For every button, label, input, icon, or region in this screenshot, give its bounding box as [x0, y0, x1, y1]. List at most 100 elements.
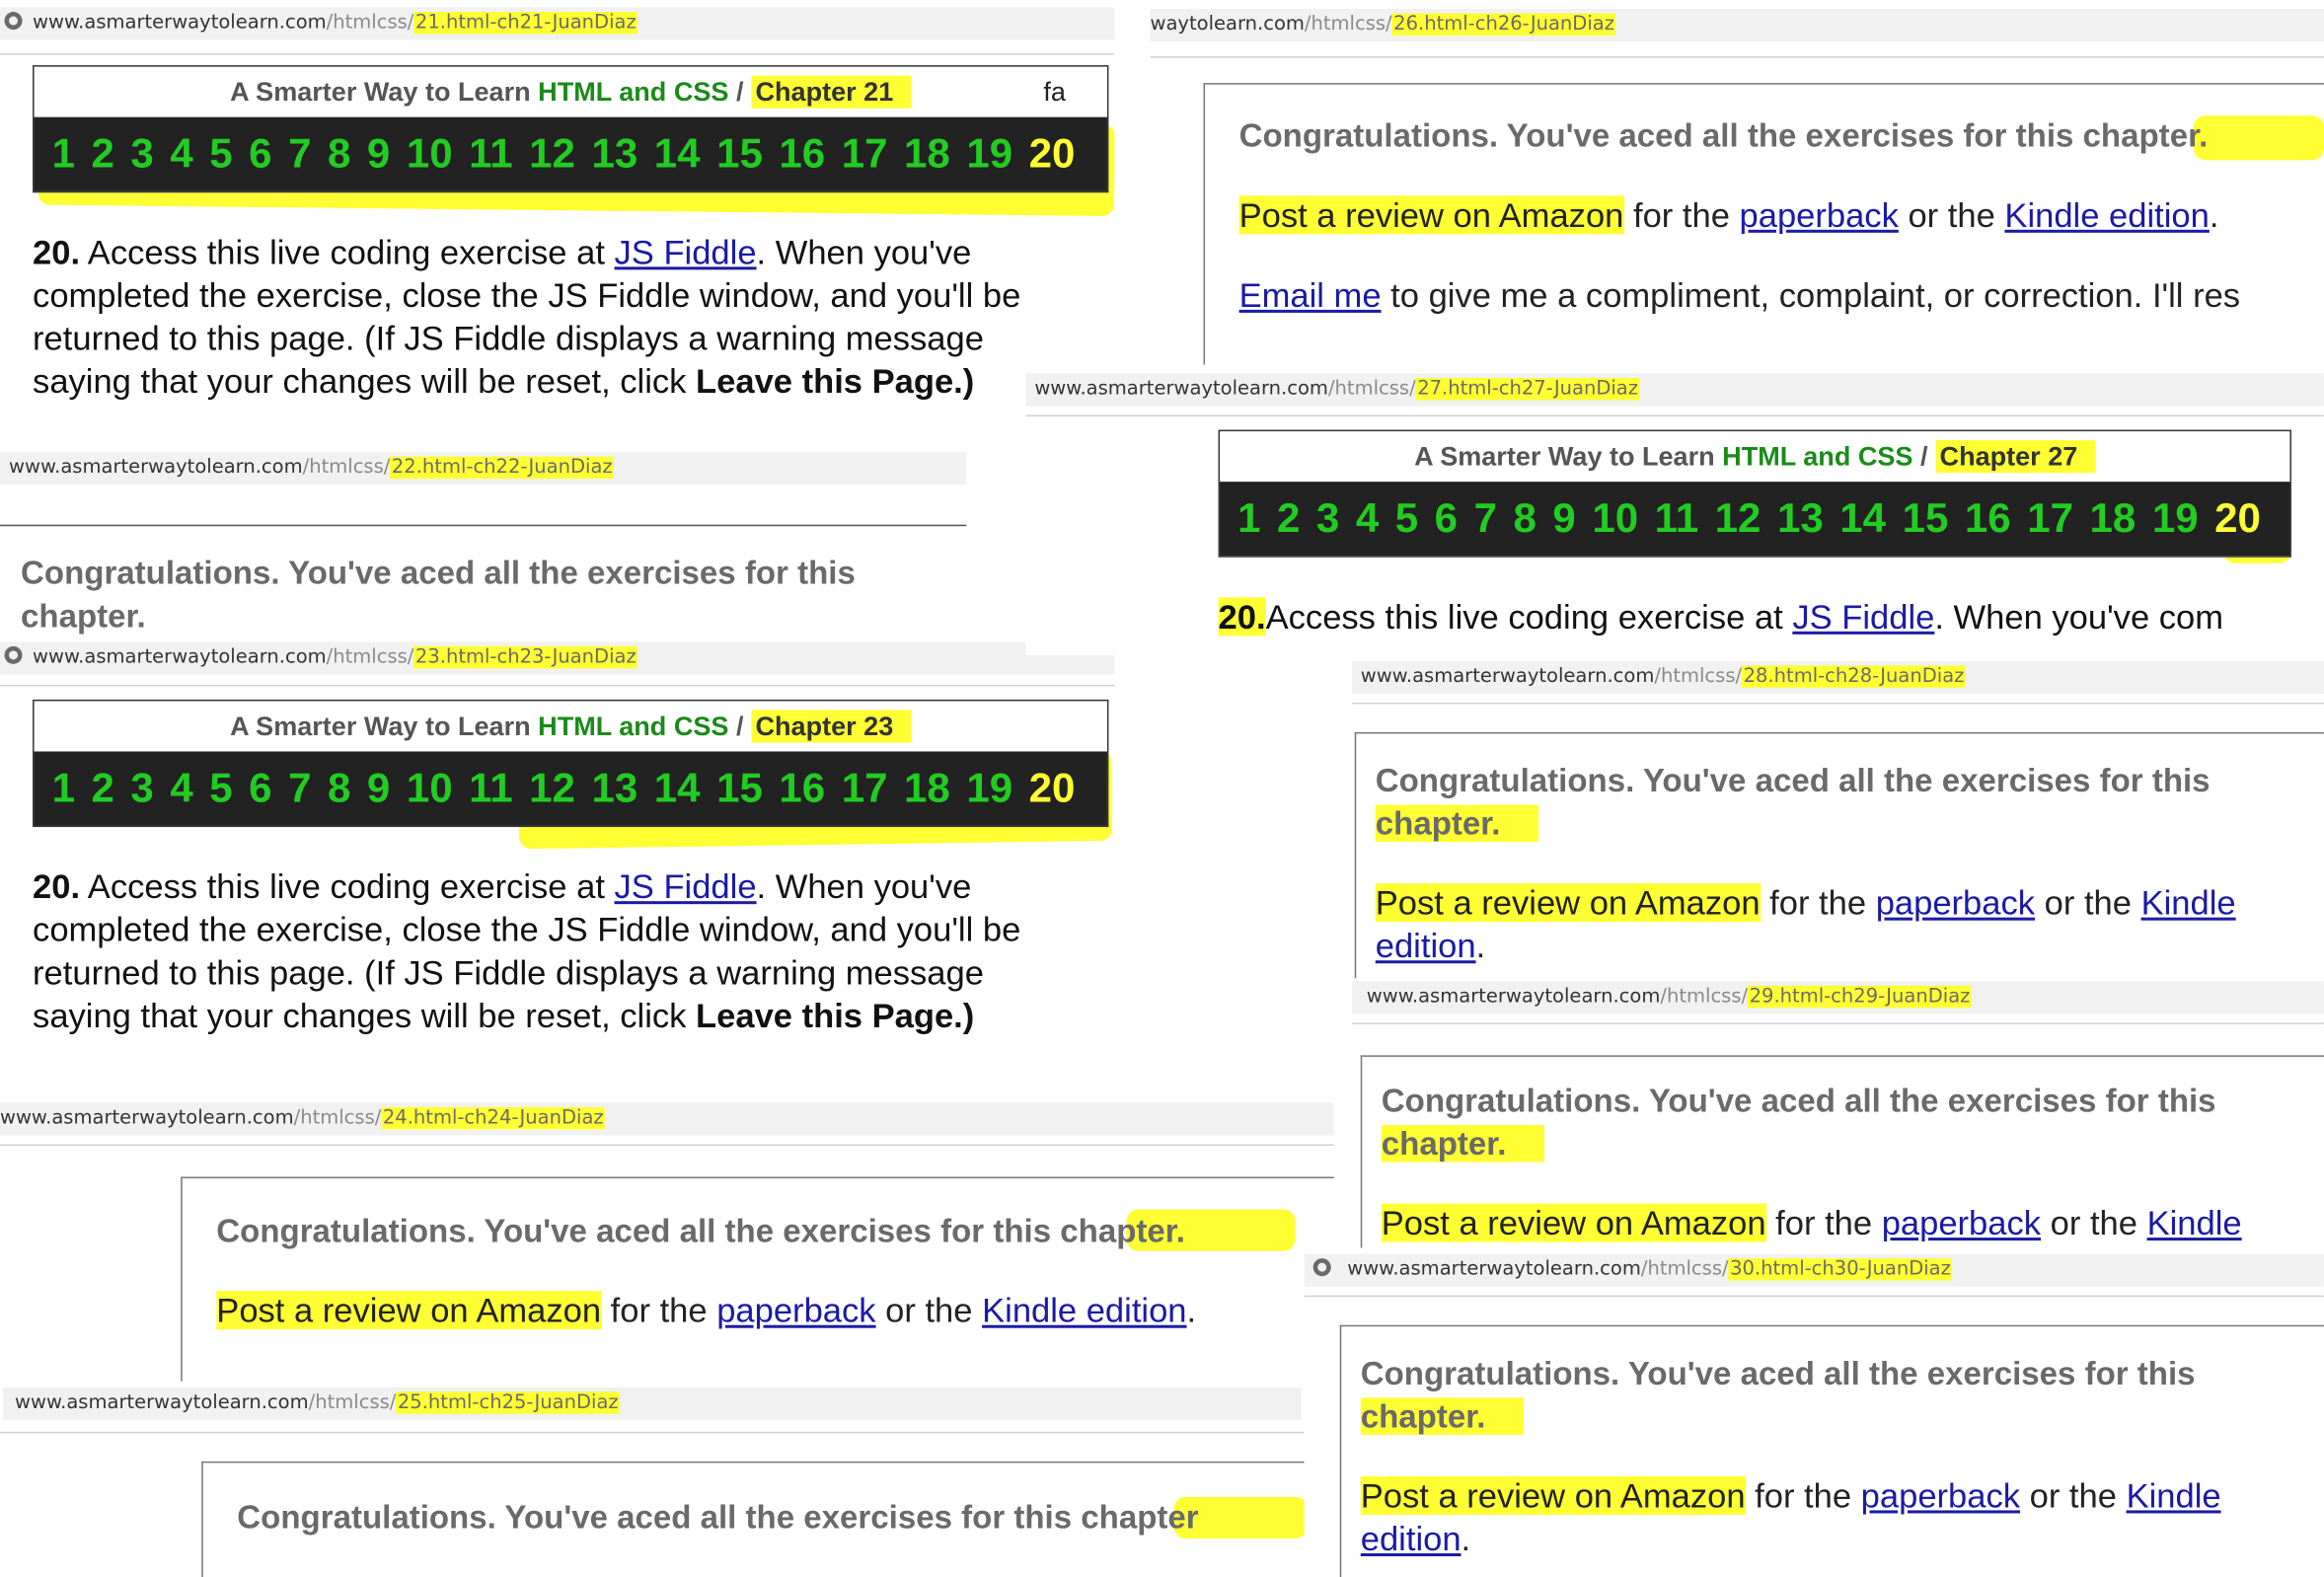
congrats-block: Congratulations. You've aced all the exe… — [216, 1210, 1333, 1333]
exercise-link[interactable]: 13 — [591, 765, 637, 812]
address-bar[interactable]: www.asmarterwaytolearn.com/htmlcss/23.ht… — [0, 641, 1115, 675]
exercise-link[interactable]: 3 — [130, 130, 153, 178]
exercise-link[interactable]: 15 — [716, 130, 763, 178]
exercise-link[interactable]: 16 — [779, 765, 825, 812]
jsfiddle-link[interactable]: JS Fiddle — [615, 867, 757, 906]
exercise-link[interactable]: 1 — [52, 130, 75, 178]
exercise-link[interactable]: 1 — [52, 765, 75, 812]
review-link[interactable]: Post a review on Amazon — [1238, 195, 1624, 235]
exercise-link[interactable]: 19 — [2152, 495, 2199, 543]
exercise-link[interactable]: 14 — [1839, 495, 1886, 543]
address-bar[interactable]: www.asmarterwaytolearn.com/htmlcss/29.ht… — [1351, 981, 2324, 1014]
exercise-link[interactable]: 14 — [654, 765, 701, 812]
exercise-link[interactable]: 6 — [1435, 495, 1458, 543]
paperback-link[interactable]: paperback — [1861, 1476, 2020, 1515]
edition-link[interactable]: edition — [1376, 927, 1476, 965]
url-domain: www.asmarterwaytolearn.com — [33, 12, 327, 35]
exercise-link[interactable]: 8 — [328, 765, 350, 812]
kindle-link[interactable]: Kindle — [2141, 883, 2236, 922]
exercise-link[interactable]: 8 — [1514, 495, 1537, 543]
exercise-link[interactable]: 17 — [2027, 495, 2073, 543]
exercise-link[interactable]: 18 — [904, 130, 950, 178]
exercise-link[interactable]: 8 — [328, 130, 350, 178]
exercise-link[interactable]: 12 — [529, 765, 575, 812]
exercise-link[interactable]: 7 — [288, 130, 311, 178]
exercise-link[interactable]: 5 — [209, 765, 232, 812]
exercise-link-current[interactable]: 20 — [1029, 765, 1076, 812]
exercise-intro: Access this live coding exercise at — [87, 232, 605, 271]
exercise-link-current[interactable]: 20 — [1029, 130, 1076, 178]
email-link[interactable]: Email me — [1239, 275, 1382, 314]
exercise-link[interactable]: 2 — [91, 130, 113, 178]
exercise-link[interactable]: 16 — [1965, 495, 2011, 543]
exercise-link[interactable]: 11 — [469, 130, 512, 178]
jsfiddle-link[interactable]: JS Fiddle — [1792, 597, 1934, 636]
exercise-link[interactable]: 3 — [1316, 495, 1339, 543]
address-bar[interactable]: www.asmarterwaytolearn.com/htmlcss/25.ht… — [3, 1387, 1302, 1420]
exercise-link[interactable]: 13 — [591, 130, 637, 178]
paperback-link[interactable]: paperback — [1876, 883, 2035, 922]
exercise-link[interactable]: 12 — [529, 130, 575, 178]
paperback-link[interactable]: paperback — [1882, 1204, 2041, 1242]
exercise-link[interactable]: 15 — [716, 765, 763, 812]
jsfiddle-link[interactable]: JS Fiddle — [615, 233, 757, 271]
exercise-number-bar: 1 2 3 4 5 6 7 8 9 10 11 12 13 14 15 16 17 18 19 20 — [34, 751, 1107, 826]
exercise-link[interactable]: 2 — [91, 765, 113, 812]
exercise-text: 20.AAccess this live coding exercise atc… — [1218, 597, 2224, 637]
exercise-link[interactable]: 4 — [1356, 495, 1379, 543]
review-link[interactable]: Post a review on Amazon — [1375, 883, 1761, 923]
address-bar[interactable]: www.asmarterwaytolearn.com/htmlcss/28.ht… — [1351, 660, 2324, 694]
address-bar[interactable]: www.asmarterwaytolearn.com/htmlcss/21.ht… — [0, 7, 1115, 40]
paperback-link[interactable]: paperback — [716, 1291, 875, 1329]
exercise-link[interactable]: 5 — [209, 130, 232, 178]
exercise-link[interactable]: 10 — [407, 130, 453, 178]
kindle-link[interactable]: Kindle edition — [2004, 195, 2209, 234]
exercise-link[interactable]: 1 — [1237, 495, 1260, 543]
address-bar[interactable]: www.asmarterwaytolearn.com/htmlcss/22.ht… — [0, 452, 967, 486]
exercise-link[interactable]: 6 — [249, 765, 271, 812]
kindle-link[interactable]: Kindle edition — [982, 1291, 1186, 1329]
exercise-link[interactable]: 4 — [170, 765, 192, 812]
exercise-link[interactable]: 11 — [1655, 495, 1698, 543]
exercise-link[interactable]: 6 — [249, 130, 271, 178]
exercise-link[interactable]: 7 — [288, 765, 311, 812]
exercise-link[interactable]: 17 — [842, 765, 888, 812]
exercise-link[interactable]: 10 — [1592, 495, 1638, 543]
kindle-link[interactable]: Kindle — [2127, 1476, 2221, 1515]
exercise-link[interactable]: 9 — [367, 130, 390, 178]
address-bar[interactable]: www.asmarterwaytolearn.com/htmlcss/24.ht… — [0, 1102, 1334, 1136]
exercise-link[interactable]: 16 — [779, 130, 825, 178]
exercise-link[interactable]: 18 — [2090, 495, 2137, 543]
exercise-link-current[interactable]: 20 — [2214, 495, 2261, 543]
review-link[interactable]: Post a review on Amazon — [216, 1291, 602, 1330]
address-bar[interactable]: www.asmarterwaytolearn.com/htmlcss/27.ht… — [1025, 373, 2324, 407]
exercise-link[interactable]: 17 — [842, 130, 888, 178]
url-path: /htmlcss/ — [308, 1391, 397, 1414]
exercise-link[interactable]: 12 — [1715, 495, 1762, 543]
exercise-link[interactable]: 7 — [1474, 495, 1497, 543]
exercise-link[interactable]: 19 — [966, 130, 1012, 178]
address-bar[interactable]: waytolearn.com/htmlcss/26.html-ch26-Juan… — [1150, 9, 2324, 42]
exercise-link[interactable]: 18 — [904, 765, 950, 812]
review-link[interactable]: Post a review on Amazon — [1381, 1204, 1766, 1242]
exercise-link[interactable]: 14 — [654, 130, 701, 178]
exercise-link[interactable]: 13 — [1777, 495, 1824, 543]
exercise-link[interactable]: 9 — [1552, 495, 1575, 543]
exercise-link[interactable]: 19 — [966, 765, 1012, 812]
address-bar[interactable]: www.asmarterwaytolearn.com/htmlcss/30.ht… — [1304, 1253, 2324, 1287]
exercise-link[interactable]: 11 — [469, 765, 512, 812]
review-link[interactable]: Post a review on Amazon — [1360, 1476, 1746, 1515]
paperback-link[interactable]: paperback — [1740, 195, 1899, 234]
exercise-link[interactable]: 15 — [1903, 495, 1949, 543]
exercise-link[interactable]: 2 — [1277, 495, 1300, 543]
exercise-link[interactable]: 5 — [1395, 495, 1418, 543]
kindle-link[interactable]: Kindle — [2147, 1204, 2242, 1242]
url-domain: www.asmarterwaytolearn.com — [1360, 665, 1655, 688]
url-domain: www.asmarterwaytolearn.com — [0, 1106, 294, 1130]
edition-link[interactable]: edition — [1361, 1519, 1462, 1557]
exercise-link[interactable]: 10 — [407, 765, 453, 812]
exercise-link[interactable]: 3 — [130, 765, 153, 812]
exercise-link[interactable]: 4 — [170, 130, 192, 178]
congrats-title: Congratulations. You've aced all the exe… — [1375, 761, 2211, 843]
exercise-link[interactable]: 9 — [367, 765, 390, 812]
